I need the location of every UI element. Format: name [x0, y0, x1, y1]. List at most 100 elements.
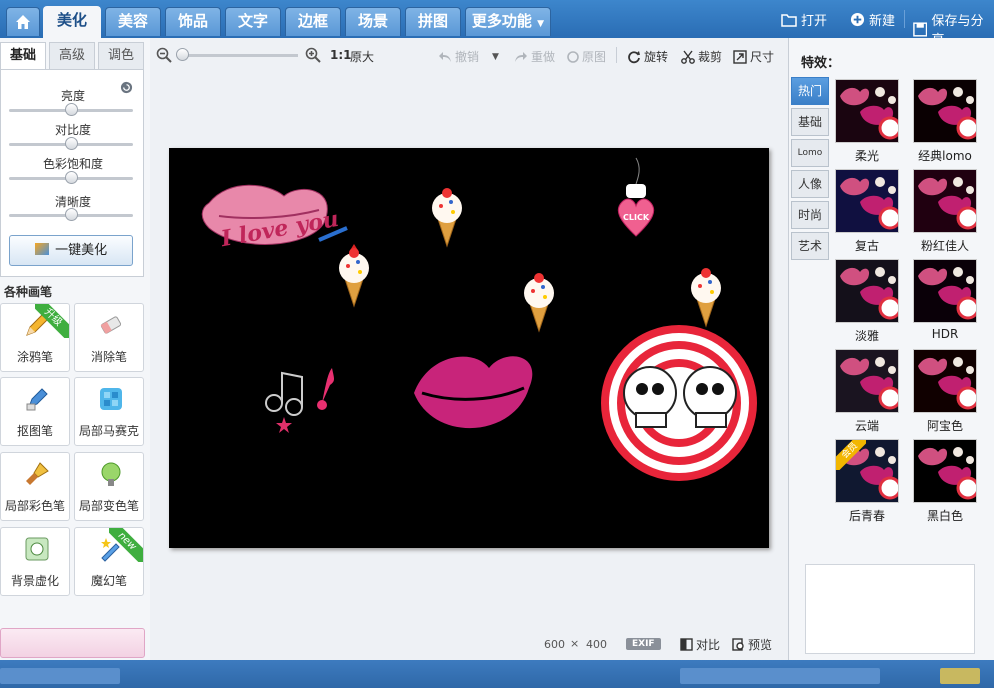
brush-eraser[interactable]: 消除笔 [74, 303, 144, 372]
effect-thumbnail[interactable]: 会员 [835, 439, 899, 503]
folder-icon [781, 13, 797, 27]
effect-category-art[interactable]: 艺术 [791, 232, 829, 260]
effect-thumbnail[interactable] [913, 79, 977, 143]
effect-category-portrait[interactable]: 人像 [791, 170, 829, 198]
effect-thumbnail[interactable] [835, 259, 899, 323]
zoom-slider[interactable] [183, 54, 298, 57]
one-key-beautify-button[interactable]: 一键美化 [9, 235, 133, 266]
brush-background-blur[interactable]: 背景虚化 [0, 527, 70, 596]
vip-badge-text: 会员 [836, 440, 866, 470]
image-canvas[interactable]: I love you CLICK [169, 148, 769, 548]
brush-magic-label: 魔幻笔 [90, 574, 127, 588]
zoom-slider-knob[interactable] [176, 48, 189, 61]
brush-mosaic[interactable]: 局部马赛克 [74, 377, 144, 446]
redo-label: 重做 [531, 50, 556, 64]
effect-label: 经典lomo [918, 149, 972, 163]
tab-text[interactable]: 文字 [225, 7, 281, 36]
zoom-reset-button[interactable]: 1:1 [330, 48, 352, 62]
original-size-button[interactable]: 原大 [350, 48, 374, 65]
effect-thumbnail-art [840, 87, 898, 140]
new-button[interactable]: 新建 [850, 10, 895, 29]
tab-beautify[interactable]: 美化 [43, 6, 101, 38]
tab-border[interactable]: 边框 [285, 7, 341, 36]
sharpness-slider[interactable] [9, 208, 133, 221]
new-ribbon-text: new [109, 528, 143, 562]
effect-thumbnail[interactable] [835, 79, 899, 143]
zoom-out-icon[interactable] [156, 47, 172, 63]
tab-accessories[interactable]: 饰品 [165, 7, 221, 36]
preview-button[interactable]: 预览 [732, 636, 772, 653]
background-blur-icon [25, 537, 49, 561]
effect-thumbnail[interactable] [835, 169, 899, 233]
original-image-button[interactable]: 原图 [567, 48, 606, 65]
effect-label: 粉红佳人 [920, 239, 969, 253]
effect-thumbnail[interactable] [913, 349, 977, 413]
color-change-icon [101, 462, 121, 486]
brush-cutout[interactable]: 抠图笔 [0, 377, 70, 446]
eraser-icon [100, 316, 122, 334]
cutout-pen-icon [26, 388, 48, 411]
effect-thumbnail[interactable] [913, 439, 977, 503]
tab-scene[interactable]: 场景 [345, 7, 401, 36]
crop-button[interactable]: 裁剪 [681, 48, 722, 65]
ice-cream-sticker-4 [691, 268, 721, 328]
effect-thumbnail-art [918, 447, 976, 500]
effect-thumbnail[interactable] [913, 259, 977, 323]
big-lips-sticker [414, 356, 533, 429]
subtab-basic[interactable]: 基础 [0, 42, 46, 70]
undo-button[interactable]: 撤销 ▼ [438, 48, 499, 65]
rotate-button[interactable]: 旋转 [627, 48, 668, 65]
tab-beauty[interactable]: 美容 [105, 7, 161, 36]
undo-icon [439, 51, 451, 62]
brush-partial-recolor[interactable]: 局部变色笔 [74, 452, 144, 521]
effect-label: 后青春 [848, 509, 885, 523]
effect-thumbnail-art [840, 357, 898, 410]
original-image-label: 原图 [582, 50, 607, 64]
new-ribbon: new [109, 528, 143, 562]
effect-category-lomo[interactable]: Lomo [791, 139, 829, 167]
effect-label: 阿宝色 [926, 419, 963, 433]
brush-magic[interactable]: 魔幻笔 new [74, 527, 144, 596]
saturation-slider-knob[interactable] [64, 171, 78, 184]
resize-icon [733, 49, 747, 64]
effect-thumbnail[interactable] [835, 349, 899, 413]
open-button[interactable]: 打开 [781, 10, 827, 29]
saturation-slider[interactable] [9, 171, 133, 184]
exif-button[interactable]: EXIF [626, 638, 661, 650]
brush-cutout-label: 抠图笔 [16, 424, 53, 438]
mosaic-icon [100, 388, 122, 410]
redo-button[interactable]: 重做 [514, 48, 555, 65]
brush-partial-color[interactable]: 局部彩色笔 [0, 452, 70, 521]
resize-button[interactable]: 尺寸 [733, 48, 774, 65]
sharpness-slider-knob[interactable] [64, 208, 78, 221]
brightness-slider[interactable] [9, 103, 133, 116]
redo-icon [515, 51, 527, 62]
zoom-in-icon[interactable] [305, 47, 321, 63]
effect-thumbnail-art [840, 267, 898, 320]
circle-icon [567, 50, 579, 63]
effect-category-basic[interactable]: 基础 [791, 108, 829, 136]
effect-thumbnail[interactable] [913, 169, 977, 233]
more-features-label: 更多功能 [471, 12, 532, 30]
tab-more-features[interactable]: 更多功能 ▼ [465, 7, 551, 36]
effect-preview-box [805, 564, 975, 654]
magic-beautify-icon [34, 243, 49, 255]
subtab-advanced[interactable]: 高级 [49, 42, 95, 70]
contrast-slider[interactable] [9, 137, 133, 150]
brush-doodle[interactable]: 涂鸦笔 升级 [0, 303, 70, 372]
contrast-slider-knob[interactable] [64, 137, 78, 150]
ice-cream-sticker-3 [524, 273, 554, 333]
undo-dropdown-icon[interactable]: ▼ [492, 52, 499, 62]
brush-doodle-label: 涂鸦笔 [16, 350, 53, 364]
tab-collage[interactable]: 拼图 [405, 7, 461, 36]
brightness-label: 亮度 [60, 89, 85, 103]
upgrade-ribbon: 升级 [35, 304, 69, 338]
brightness-slider-knob[interactable] [64, 103, 78, 116]
effect-thumbnail-art [918, 87, 976, 140]
effect-category-fashion[interactable]: 时尚 [791, 201, 829, 229]
compare-button[interactable]: 对比 [680, 636, 720, 653]
effect-category-hot[interactable]: 热门 [791, 77, 829, 105]
ice-cream-sticker-2 [432, 188, 462, 248]
subtab-color-grading[interactable]: 调色 [98, 42, 144, 70]
home-tab[interactable] [6, 7, 40, 36]
